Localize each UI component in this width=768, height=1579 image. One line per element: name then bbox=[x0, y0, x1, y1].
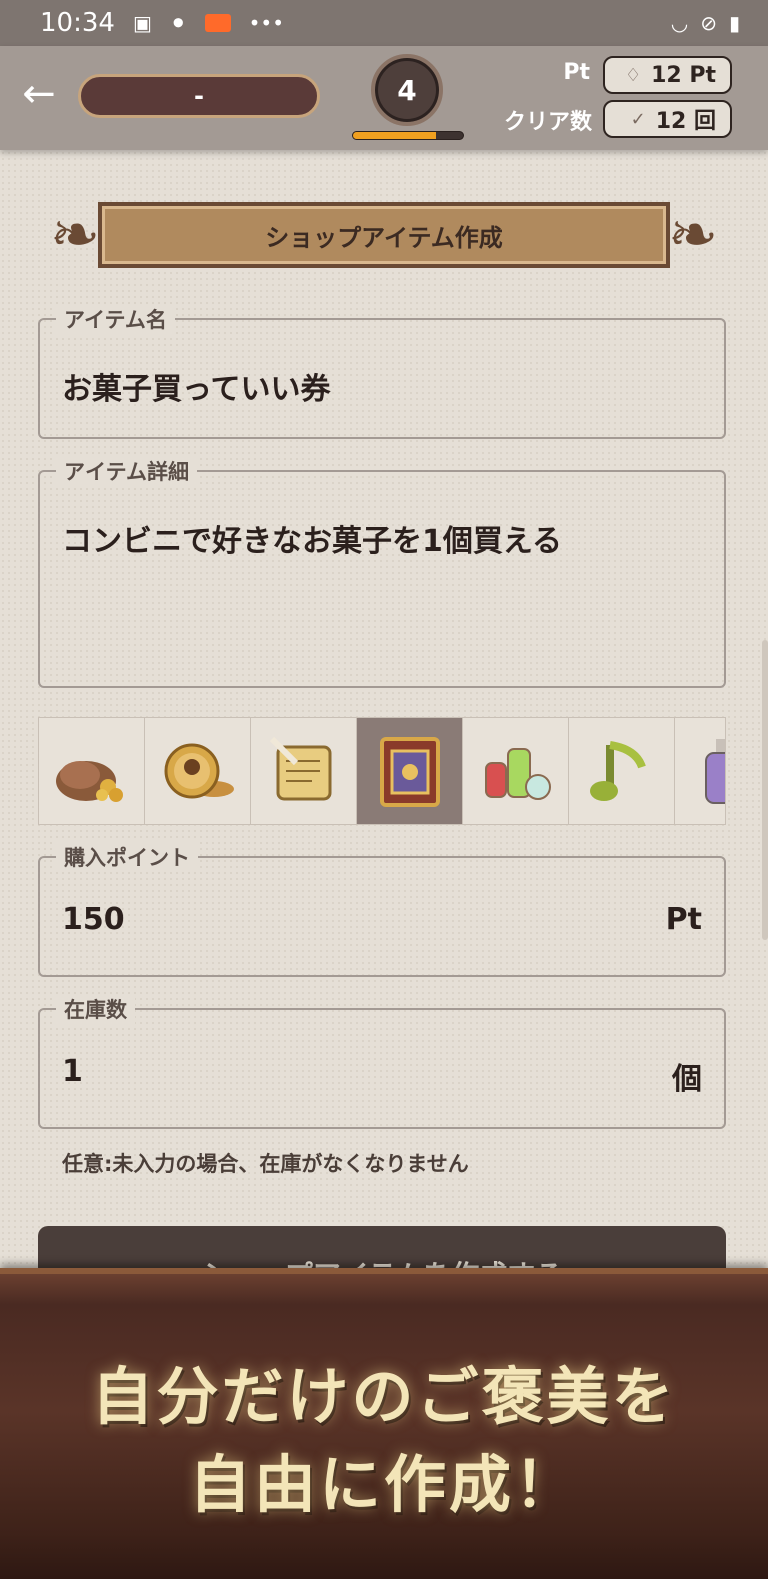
stock-value[interactable]: 1 bbox=[62, 1054, 83, 1089]
scrollbar[interactable] bbox=[762, 640, 768, 940]
price-label: 購入ポイント bbox=[56, 842, 198, 872]
bottle-icon bbox=[704, 739, 725, 804]
level-progress-fill bbox=[353, 132, 436, 139]
app-header: ← - 4 Pt ♢ 12 Pt クリア数 ✓ 12 回 bbox=[0, 46, 768, 150]
level-number: 4 bbox=[397, 73, 417, 107]
price-value[interactable]: 150 bbox=[62, 902, 125, 937]
title-banner: ❧ ショップアイテム作成 ❧ bbox=[40, 186, 728, 286]
dnd-icon: ⊘ bbox=[700, 11, 717, 35]
record-icon bbox=[204, 14, 231, 32]
item-name-label: アイテム名 bbox=[56, 304, 175, 334]
battery-icon: ▮ bbox=[728, 11, 740, 35]
voicemail-icon: ⚫ bbox=[169, 11, 187, 35]
level-badge: 4 bbox=[371, 54, 443, 126]
promo-line-1: 自分だけのご褒美を bbox=[91, 1360, 677, 1433]
page-title: ショップアイテム作成 bbox=[98, 202, 670, 268]
status-bar: 10:34 ▣ ⚫ ••• ◡ ⊘ ▮ bbox=[0, 0, 768, 46]
check-icon: ✓ bbox=[630, 108, 646, 130]
stock-field[interactable]: 在庫数 1 個 bbox=[38, 994, 726, 1129]
icon-option[interactable] bbox=[251, 718, 357, 824]
ornament-right-icon: ❧ bbox=[667, 200, 719, 270]
promo-line-2: 自由に作成！ bbox=[188, 1448, 579, 1521]
price-unit: Pt bbox=[665, 902, 702, 937]
scroll-quill-icon bbox=[269, 736, 331, 801]
more-icon: ••• bbox=[248, 11, 284, 35]
item-detail-field[interactable]: アイテム詳細 コンビニで好きなお菓子を1個買える bbox=[38, 456, 726, 688]
music-note-icon bbox=[589, 741, 646, 801]
spellbook-icon bbox=[379, 737, 440, 807]
icon-option-selected[interactable] bbox=[357, 718, 463, 824]
points-label: Pt bbox=[563, 60, 590, 85]
price-field[interactable]: 購入ポイント 150 Pt bbox=[38, 842, 726, 977]
diamond-icon: ♢ bbox=[624, 64, 642, 86]
item-detail-label: アイテム詳細 bbox=[56, 456, 197, 486]
item-detail-value[interactable]: コンビニで好きなお菓子を1個買える bbox=[62, 516, 562, 560]
item-name-field[interactable]: アイテム名 お菓子買っていい券 bbox=[38, 304, 726, 439]
icon-option[interactable] bbox=[675, 718, 725, 824]
clock: 10:34 bbox=[40, 8, 115, 38]
stock-unit: 個 bbox=[672, 1062, 702, 1097]
icon-picker[interactable] bbox=[38, 717, 726, 825]
image-icon: ▣ bbox=[132, 11, 152, 35]
clear-count-box: ✓ 12 回 bbox=[603, 100, 732, 138]
stock-label: 在庫数 bbox=[56, 994, 135, 1024]
item-name-value[interactable]: お菓子買っていい券 bbox=[62, 364, 331, 408]
promo-banner: 自分だけのご褒美を 自由に作成！ bbox=[0, 1268, 768, 1579]
coins-icon bbox=[164, 743, 234, 799]
icon-option[interactable] bbox=[145, 718, 251, 824]
user-name-plate: - bbox=[78, 74, 320, 118]
wifi-icon: ◡ bbox=[670, 11, 689, 35]
user-name: - bbox=[194, 82, 204, 110]
back-button[interactable]: ← bbox=[18, 74, 60, 116]
icon-option[interactable] bbox=[39, 718, 145, 824]
icon-option[interactable] bbox=[569, 718, 675, 824]
stock-note: 任意:未入力の場合、在庫がなくなりません bbox=[62, 1152, 469, 1176]
icon-option[interactable] bbox=[463, 718, 569, 824]
clear-count-label: クリア数 bbox=[503, 110, 592, 135]
points-value: 12 Pt bbox=[651, 62, 716, 88]
coin-bag-icon bbox=[55, 761, 123, 802]
potions-icon bbox=[484, 748, 551, 800]
level-progress-bar bbox=[352, 131, 464, 140]
points-box: ♢ 12 Pt bbox=[603, 56, 732, 94]
clear-count-value: 12 回 bbox=[655, 109, 716, 134]
